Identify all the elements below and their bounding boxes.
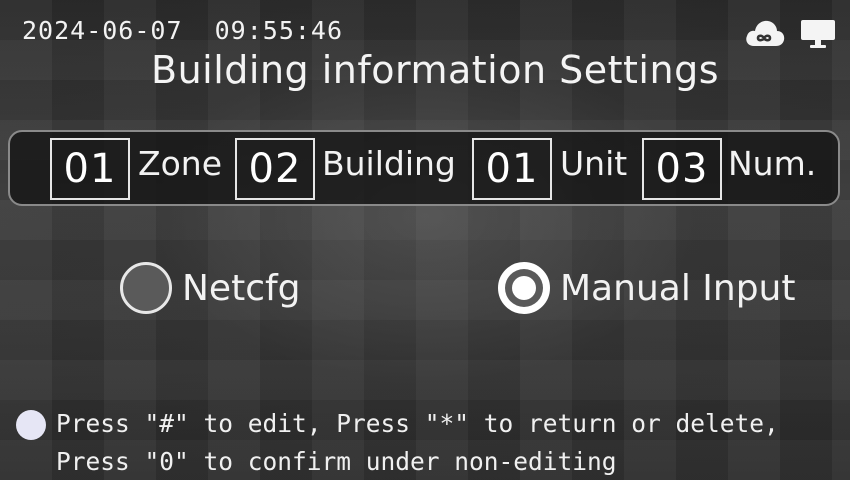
zone-label: Zone xyxy=(138,144,223,183)
page-title: Building information Settings xyxy=(151,48,719,92)
address-bar: 01 Zone 02 Building 01 Unit 03 Num. xyxy=(8,130,840,206)
radio-manual-input-label: Manual Input xyxy=(560,267,796,309)
hint-line-2: Press "0" to confirm under non-editing xyxy=(56,447,617,476)
building-field[interactable]: 02 xyxy=(235,138,315,200)
hint-text: Press "#" to edit, Press "*" to return o… xyxy=(56,405,779,480)
num-field[interactable]: 03 xyxy=(642,138,722,200)
building-label: Building xyxy=(322,144,456,183)
building-settings-screen: 2024-06-07 09:55:46 Building information… xyxy=(0,0,850,480)
num-label: Num. xyxy=(728,144,817,183)
datetime: 2024-06-07 09:55:46 xyxy=(22,16,344,45)
hint-line-1: Press "#" to edit, Press "*" to return o… xyxy=(56,409,779,438)
radio-netcfg[interactable]: Netcfg xyxy=(120,262,301,314)
unit-label: Unit xyxy=(560,144,628,183)
cloud-link-icon xyxy=(744,18,786,50)
radio-netcfg-label: Netcfg xyxy=(182,267,301,309)
radio-manual-input[interactable]: Manual Input xyxy=(498,262,795,314)
zone-field[interactable]: 01 xyxy=(50,138,130,200)
unit-field[interactable]: 01 xyxy=(472,138,552,200)
radio-netcfg-circle[interactable] xyxy=(120,262,172,314)
monitor-icon xyxy=(800,18,836,50)
hint-bullet-icon xyxy=(16,410,46,440)
radio-manual-input-circle[interactable] xyxy=(498,262,550,314)
status-icons xyxy=(744,18,836,50)
